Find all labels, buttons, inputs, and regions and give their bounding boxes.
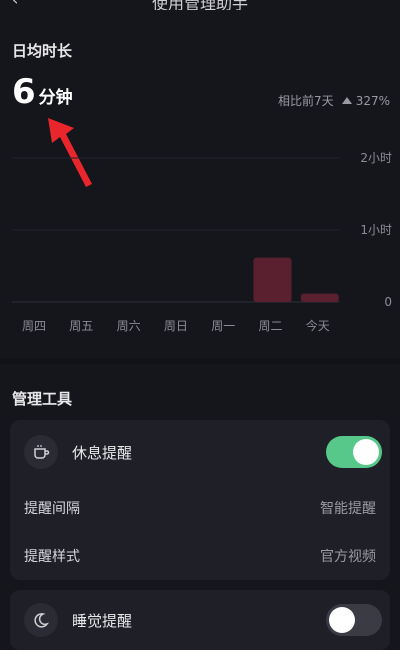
- x-tick-label: 周四: [22, 319, 46, 333]
- reminder-interval-row[interactable]: 提醒间隔 智能提醒: [10, 486, 390, 530]
- sleep-reminder-card: 睡觉提醒: [10, 590, 390, 650]
- coffee-cup-icon: [24, 435, 58, 469]
- y-tick-label: 0: [384, 295, 392, 309]
- page-title: 使用管理助手: [151, 0, 248, 10]
- chart-bar: [253, 257, 292, 302]
- x-tick-label: 周六: [117, 319, 141, 333]
- compare-info: 相比前7天 327%: [278, 92, 390, 109]
- reminder-interval-label: 提醒间隔: [24, 501, 80, 517]
- tools-section-title: 管理工具: [12, 390, 73, 408]
- daily-average-number: 6: [12, 72, 36, 112]
- reminder-style-row[interactable]: 提醒样式 官方视频: [10, 534, 390, 578]
- x-tick-label: 周二: [258, 319, 282, 333]
- sleep-reminder-row: 睡觉提醒: [10, 598, 390, 642]
- compare-text: 相比前7天: [278, 94, 334, 108]
- x-tick-label: 周五: [69, 319, 93, 333]
- daily-average-unit: 分钟: [38, 88, 73, 108]
- x-tick-label: 今天: [306, 318, 330, 333]
- x-tick-label: 周一: [211, 319, 235, 333]
- reminder-interval-value: 智能提醒: [320, 501, 376, 517]
- sleep-reminder-toggle[interactable]: [326, 604, 382, 636]
- sleep-reminder-label: 睡觉提醒: [72, 611, 133, 630]
- moon-icon: [24, 603, 58, 637]
- up-arrow-icon: [341, 97, 352, 104]
- daily-average-label: 日均时长: [12, 42, 73, 60]
- x-tick-label: 周日: [164, 319, 188, 333]
- reminder-style-value: 官方视频: [320, 549, 376, 565]
- compare-percent: 327%: [355, 93, 390, 108]
- y-tick-label: 1小时: [360, 223, 392, 237]
- chart-bar: [300, 293, 339, 302]
- rest-reminder-label: 休息提醒: [72, 443, 133, 462]
- reminder-style-label: 提醒样式: [24, 549, 80, 565]
- rest-reminder-toggle[interactable]: [326, 436, 382, 468]
- toggle-knob: [353, 439, 379, 465]
- daily-average-value: 6 分钟: [12, 72, 73, 112]
- rest-reminder-row: 休息提醒: [10, 430, 390, 474]
- y-tick-label: 2小时: [360, 151, 392, 165]
- daily-usage-chart: 2小时 1小时 0 周四 周五 周六 周日 周一 周二 今天: [12, 151, 392, 333]
- section-divider: [0, 358, 400, 364]
- toggle-knob: [329, 607, 355, 633]
- rest-reminder-card: 休息提醒 提醒间隔 智能提醒 提醒样式 官方视频: [10, 420, 390, 580]
